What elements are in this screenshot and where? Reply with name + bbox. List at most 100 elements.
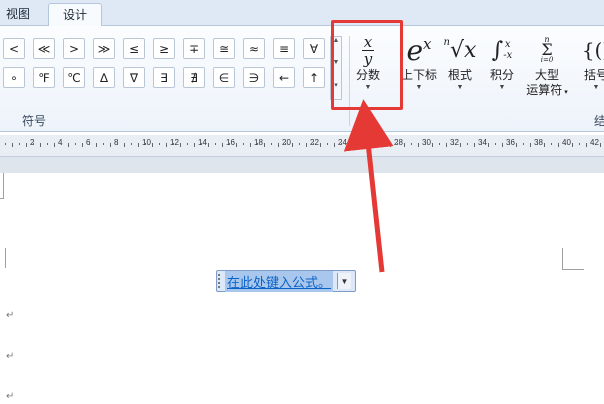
ruler-tick-label: 18 xyxy=(254,138,263,147)
bracket-button[interactable]: {() 括号 ▼ xyxy=(576,32,604,93)
ruler-minor-tick xyxy=(152,143,153,147)
ruler-minor-tick xyxy=(201,143,202,145)
equation-options-icon[interactable]: ▼ xyxy=(337,273,352,289)
ruler-minor-tick xyxy=(222,143,223,147)
symbol-button[interactable]: ∄ xyxy=(183,67,205,88)
ruler-minor-tick xyxy=(369,143,370,145)
tab-design[interactable]: 设计 xyxy=(48,3,103,27)
equation-placeholder-text[interactable]: 在此处键入公式。 xyxy=(225,270,334,292)
ruler-minor-tick xyxy=(446,143,447,147)
script-button[interactable]: ex 上下标 ▼ xyxy=(397,32,441,93)
ruler-tick-label: 28 xyxy=(394,138,403,147)
ruler-minor-tick xyxy=(334,143,335,147)
bracket-icon: {() xyxy=(581,38,604,62)
ruler-minor-tick xyxy=(124,143,125,147)
ruler-minor-tick xyxy=(467,143,468,145)
symbol-button[interactable]: ↑ xyxy=(303,67,325,88)
integral-icon: ∫ x -x xyxy=(491,37,513,63)
ruler-tick-label: 26 xyxy=(366,138,375,147)
ruler-tick-label: 36 xyxy=(506,138,515,147)
script-label: 上下标 xyxy=(400,68,437,82)
ruler-minor-tick xyxy=(299,143,300,145)
ruler-minor-tick xyxy=(383,143,384,145)
ruler-minor-tick xyxy=(453,143,454,145)
paragraph-mark-icon: ↵ xyxy=(6,310,15,321)
large-operator-button[interactable]: n Σ i=0 大型 运算符 ▾ xyxy=(524,32,570,100)
ruler-minor-tick xyxy=(509,143,510,145)
radical-button[interactable]: n √x 根式 ▼ xyxy=(443,32,477,93)
ruler-minor-tick xyxy=(558,143,559,147)
symbol-button[interactable]: > xyxy=(63,38,85,59)
symbol-button[interactable]: ∈ xyxy=(213,67,235,88)
symbol-button[interactable]: ∀ xyxy=(303,38,325,59)
large-operator-label: 大型 xyxy=(534,68,559,82)
symbol-button[interactable]: ℉ xyxy=(33,67,55,88)
symbol-button[interactable]: ≡ xyxy=(273,38,295,59)
ruler-minor-tick xyxy=(362,143,363,147)
tab-view[interactable]: 视图 xyxy=(0,3,44,26)
ruler-tick-label: 24 xyxy=(338,138,347,147)
symbol-button[interactable]: ← xyxy=(273,67,295,88)
chevron-down-icon: ▼ xyxy=(456,84,464,91)
ruler-minor-tick xyxy=(75,143,76,145)
radical-icon: n √x xyxy=(443,36,477,63)
symbol-button[interactable]: ∓ xyxy=(183,38,205,59)
ruler-minor-tick xyxy=(159,143,160,145)
ruler-minor-tick xyxy=(131,143,132,145)
ruler-minor-tick xyxy=(33,143,34,145)
symbol-button[interactable]: ≥ xyxy=(153,38,175,59)
ruler-minor-tick xyxy=(68,143,69,147)
integral-button[interactable]: ∫ x -x 积分 ▼ xyxy=(484,32,520,93)
ruler-tick-label: 30 xyxy=(422,138,431,147)
ruler-minor-tick xyxy=(544,143,545,147)
ruler-tick-label: 40 xyxy=(562,138,571,147)
ruler-tick-label: 38 xyxy=(534,138,543,147)
ruler-minor-tick xyxy=(495,143,496,145)
ruler-minor-tick xyxy=(390,143,391,147)
margin-corner-mark xyxy=(0,248,6,268)
symbol-button[interactable]: ∘ xyxy=(3,67,25,88)
symbol-button[interactable]: ≈ xyxy=(243,38,265,59)
ruler-minor-tick xyxy=(320,143,321,147)
ruler-minor-tick xyxy=(180,143,181,147)
symbol-button[interactable]: ≪ xyxy=(33,38,55,59)
ruler-minor-tick xyxy=(47,143,48,145)
ruler-minor-tick xyxy=(138,143,139,147)
ruler-minor-tick xyxy=(110,143,111,147)
ruler-minor-tick xyxy=(376,143,377,147)
symbol-button[interactable]: ℃ xyxy=(63,67,85,88)
symbol-button[interactable]: ∃ xyxy=(153,67,175,88)
equation-placeholder[interactable]: 在此处键入公式。 ▼ xyxy=(216,270,357,292)
ruler-tick-label: 12 xyxy=(170,138,179,147)
ruler-minor-tick xyxy=(257,143,258,145)
symbol-button[interactable]: ≫ xyxy=(93,38,115,59)
ruler-minor-tick xyxy=(271,143,272,145)
ruler-minor-tick xyxy=(117,143,118,145)
chevron-down-icon: ▼ xyxy=(415,84,423,91)
margin-corner-mark xyxy=(0,173,4,199)
chevron-down-icon: ▼ xyxy=(592,84,600,91)
large-operator-label-2: 运算符 ▾ xyxy=(526,83,568,97)
symbol-button[interactable]: ∆ xyxy=(93,67,115,88)
symbol-button[interactable]: ≤ xyxy=(123,38,145,59)
ruler-minor-tick xyxy=(187,143,188,145)
ruler-minor-tick xyxy=(54,143,55,147)
symbol-button[interactable]: ∇ xyxy=(123,67,145,88)
ruler-minor-tick xyxy=(5,143,6,145)
margin-corner-mark xyxy=(562,248,584,270)
ruler-minor-tick xyxy=(243,143,244,145)
ruler-minor-tick xyxy=(474,143,475,147)
ruler-tick-label: 16 xyxy=(226,138,235,147)
symbol-button[interactable]: ≅ xyxy=(213,38,235,59)
symbol-button[interactable]: < xyxy=(3,38,25,59)
superscript-icon: ex xyxy=(406,33,432,67)
horizontal-ruler[interactable]: 24681012141618202224262830323436384042 xyxy=(0,135,604,157)
symbol-button[interactable]: ∋ xyxy=(243,67,265,88)
ruler-minor-tick xyxy=(418,143,419,147)
equation-drag-handle-icon[interactable] xyxy=(218,274,222,288)
ruler-minor-tick xyxy=(537,143,538,145)
ruler-minor-tick xyxy=(166,143,167,147)
ruler-minor-tick xyxy=(327,143,328,145)
ruler-minor-tick xyxy=(579,143,580,145)
ruler-minor-tick xyxy=(229,143,230,145)
